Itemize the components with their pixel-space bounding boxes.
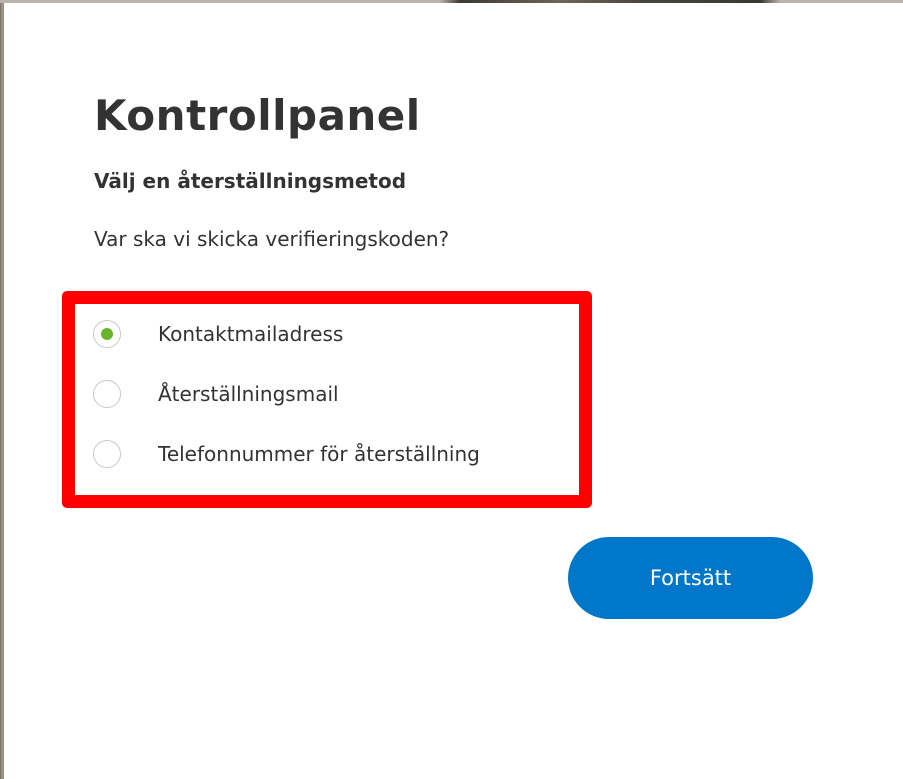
recovery-method-dialog: Kontrollpanel Välj en återställningsmeto… bbox=[4, 3, 903, 779]
radio-selected-dot bbox=[101, 328, 113, 340]
dialog-question: Var ska vi skicka verifieringskoden? bbox=[94, 227, 450, 251]
radio-recovery-email[interactable] bbox=[93, 380, 121, 408]
option-label-contact-email: Kontaktmailadress bbox=[158, 322, 344, 346]
radio-recovery-phone[interactable] bbox=[93, 440, 121, 468]
option-recovery-email[interactable]: Återställningsmail bbox=[92, 379, 572, 439]
continue-button[interactable]: Fortsätt bbox=[568, 537, 813, 619]
recovery-options: Kontaktmailadress Återställningsmail Tel… bbox=[92, 319, 572, 499]
page-title: Kontrollpanel bbox=[94, 91, 421, 140]
dialog-subtitle: Välj en återställningsmetod bbox=[94, 169, 407, 193]
option-label-recovery-phone: Telefonnummer för återställning bbox=[158, 442, 480, 466]
option-label-recovery-email: Återställningsmail bbox=[158, 382, 339, 406]
option-contact-email[interactable]: Kontaktmailadress bbox=[92, 319, 572, 379]
radio-contact-email[interactable] bbox=[93, 320, 121, 348]
option-recovery-phone[interactable]: Telefonnummer för återställning bbox=[92, 439, 572, 499]
